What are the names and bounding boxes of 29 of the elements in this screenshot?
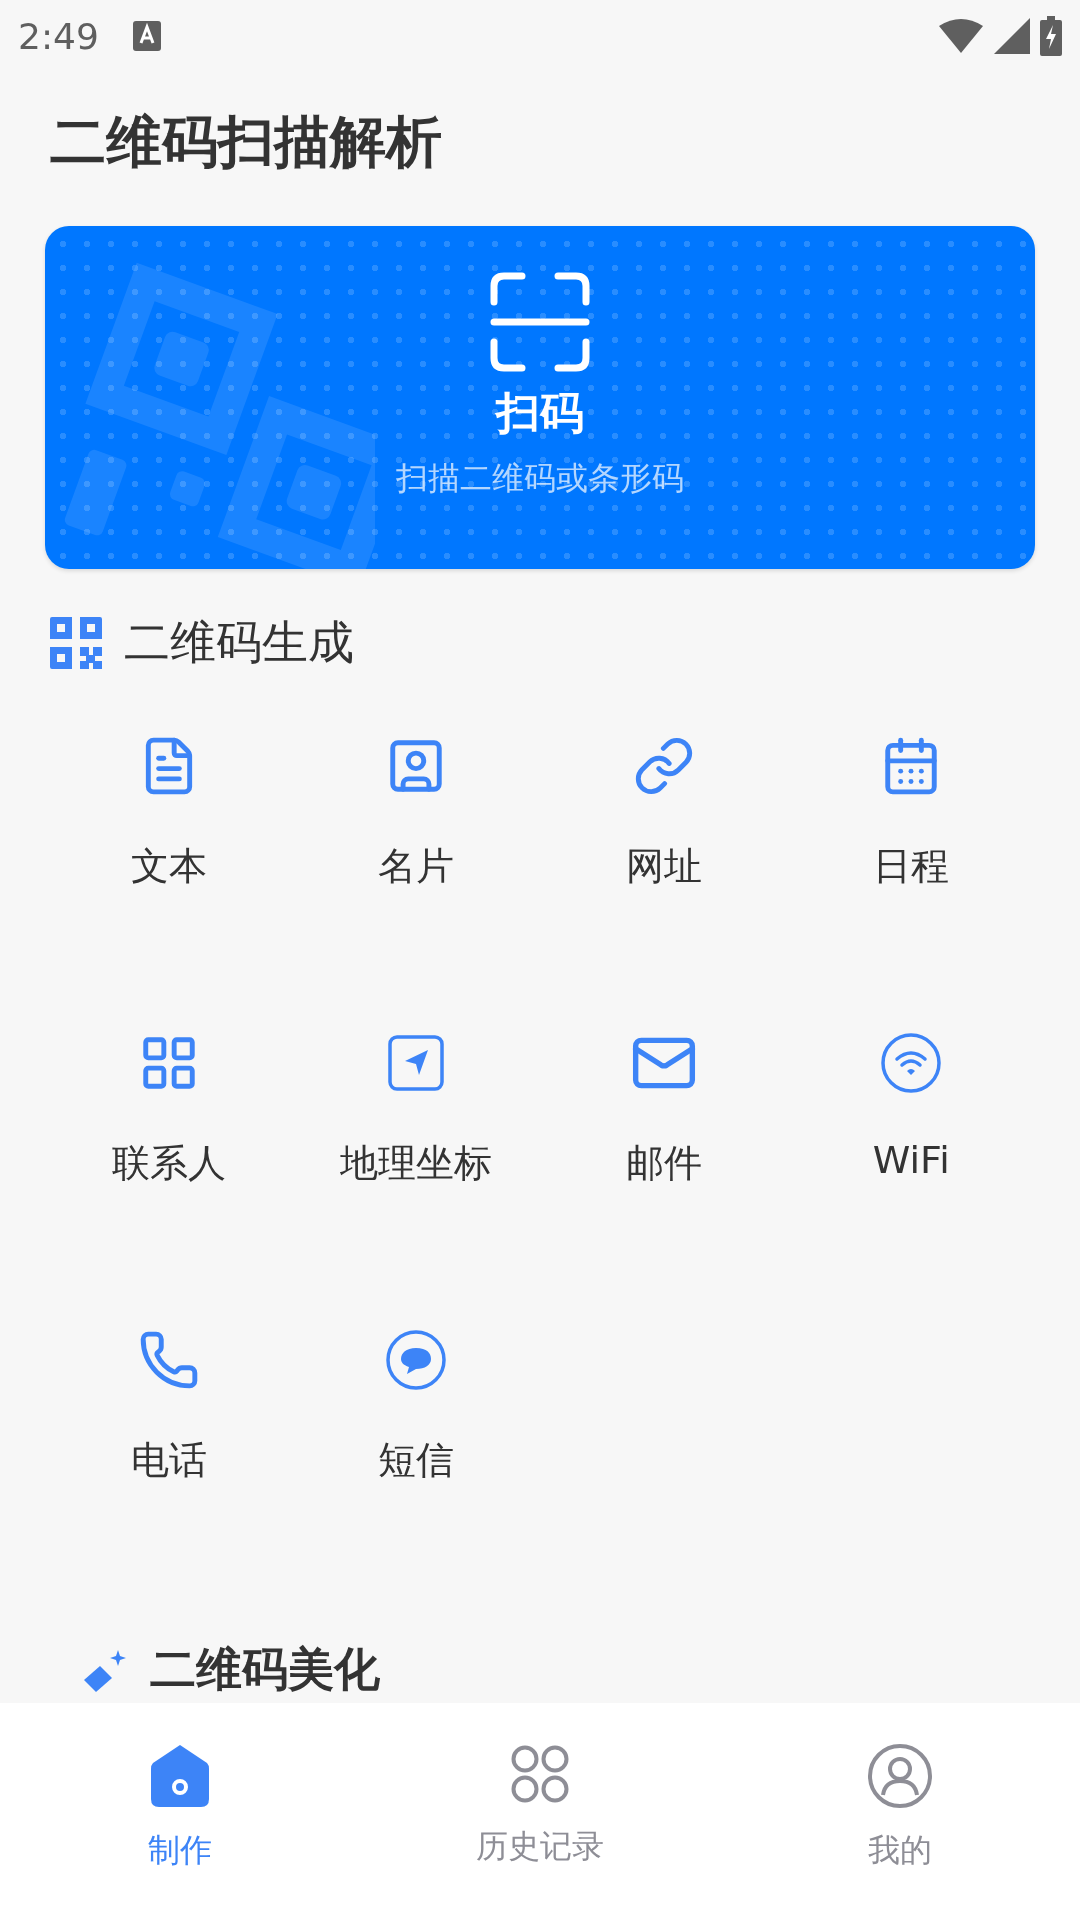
generator-item[interactable]: 网址 — [540, 731, 788, 1028]
home-icon — [149, 1743, 211, 1809]
cell-signal-icon — [994, 18, 1030, 54]
generator-item[interactable]: 地理坐标 — [292, 1028, 540, 1325]
user-icon — [867, 1743, 933, 1809]
generator-item[interactable]: WiFi — [787, 1028, 1035, 1325]
generator-item[interactable]: 邮件 — [540, 1028, 788, 1325]
section-title: 二维码美化 — [150, 1641, 380, 1698]
scan-title: 扫码 — [496, 386, 584, 440]
battery-charging-icon — [1040, 16, 1062, 56]
qr-code-icon — [50, 617, 102, 669]
wifi-signal-icon — [938, 18, 984, 54]
scan-icon — [490, 272, 590, 372]
generator-item[interactable]: 短信 — [292, 1325, 540, 1622]
generator-item[interactable]: 名片 — [292, 731, 540, 1028]
message-icon — [385, 1329, 448, 1391]
generator-item[interactable]: 联系人 — [45, 1028, 293, 1325]
wifi-icon — [880, 1032, 943, 1094]
four-circles-icon — [509, 1743, 571, 1805]
status-time: 2:49 — [18, 15, 99, 57]
scan-subtitle: 扫描二维码或条形码 — [396, 458, 684, 499]
generator-item[interactable]: 电话 — [45, 1325, 293, 1622]
keyboard-notification-icon — [132, 21, 161, 51]
generator-item[interactable]: 文本 — [45, 731, 293, 1028]
app-title: 二维码扫描解析 — [50, 108, 443, 176]
tab[interactable]: 制作 — [0, 1703, 360, 1920]
section-title: 二维码生成 — [124, 614, 354, 671]
scan-card[interactable]: 扫码 扫描二维码或条形码 — [45, 226, 1035, 569]
generator-item[interactable]: 日程 — [787, 731, 1035, 1028]
